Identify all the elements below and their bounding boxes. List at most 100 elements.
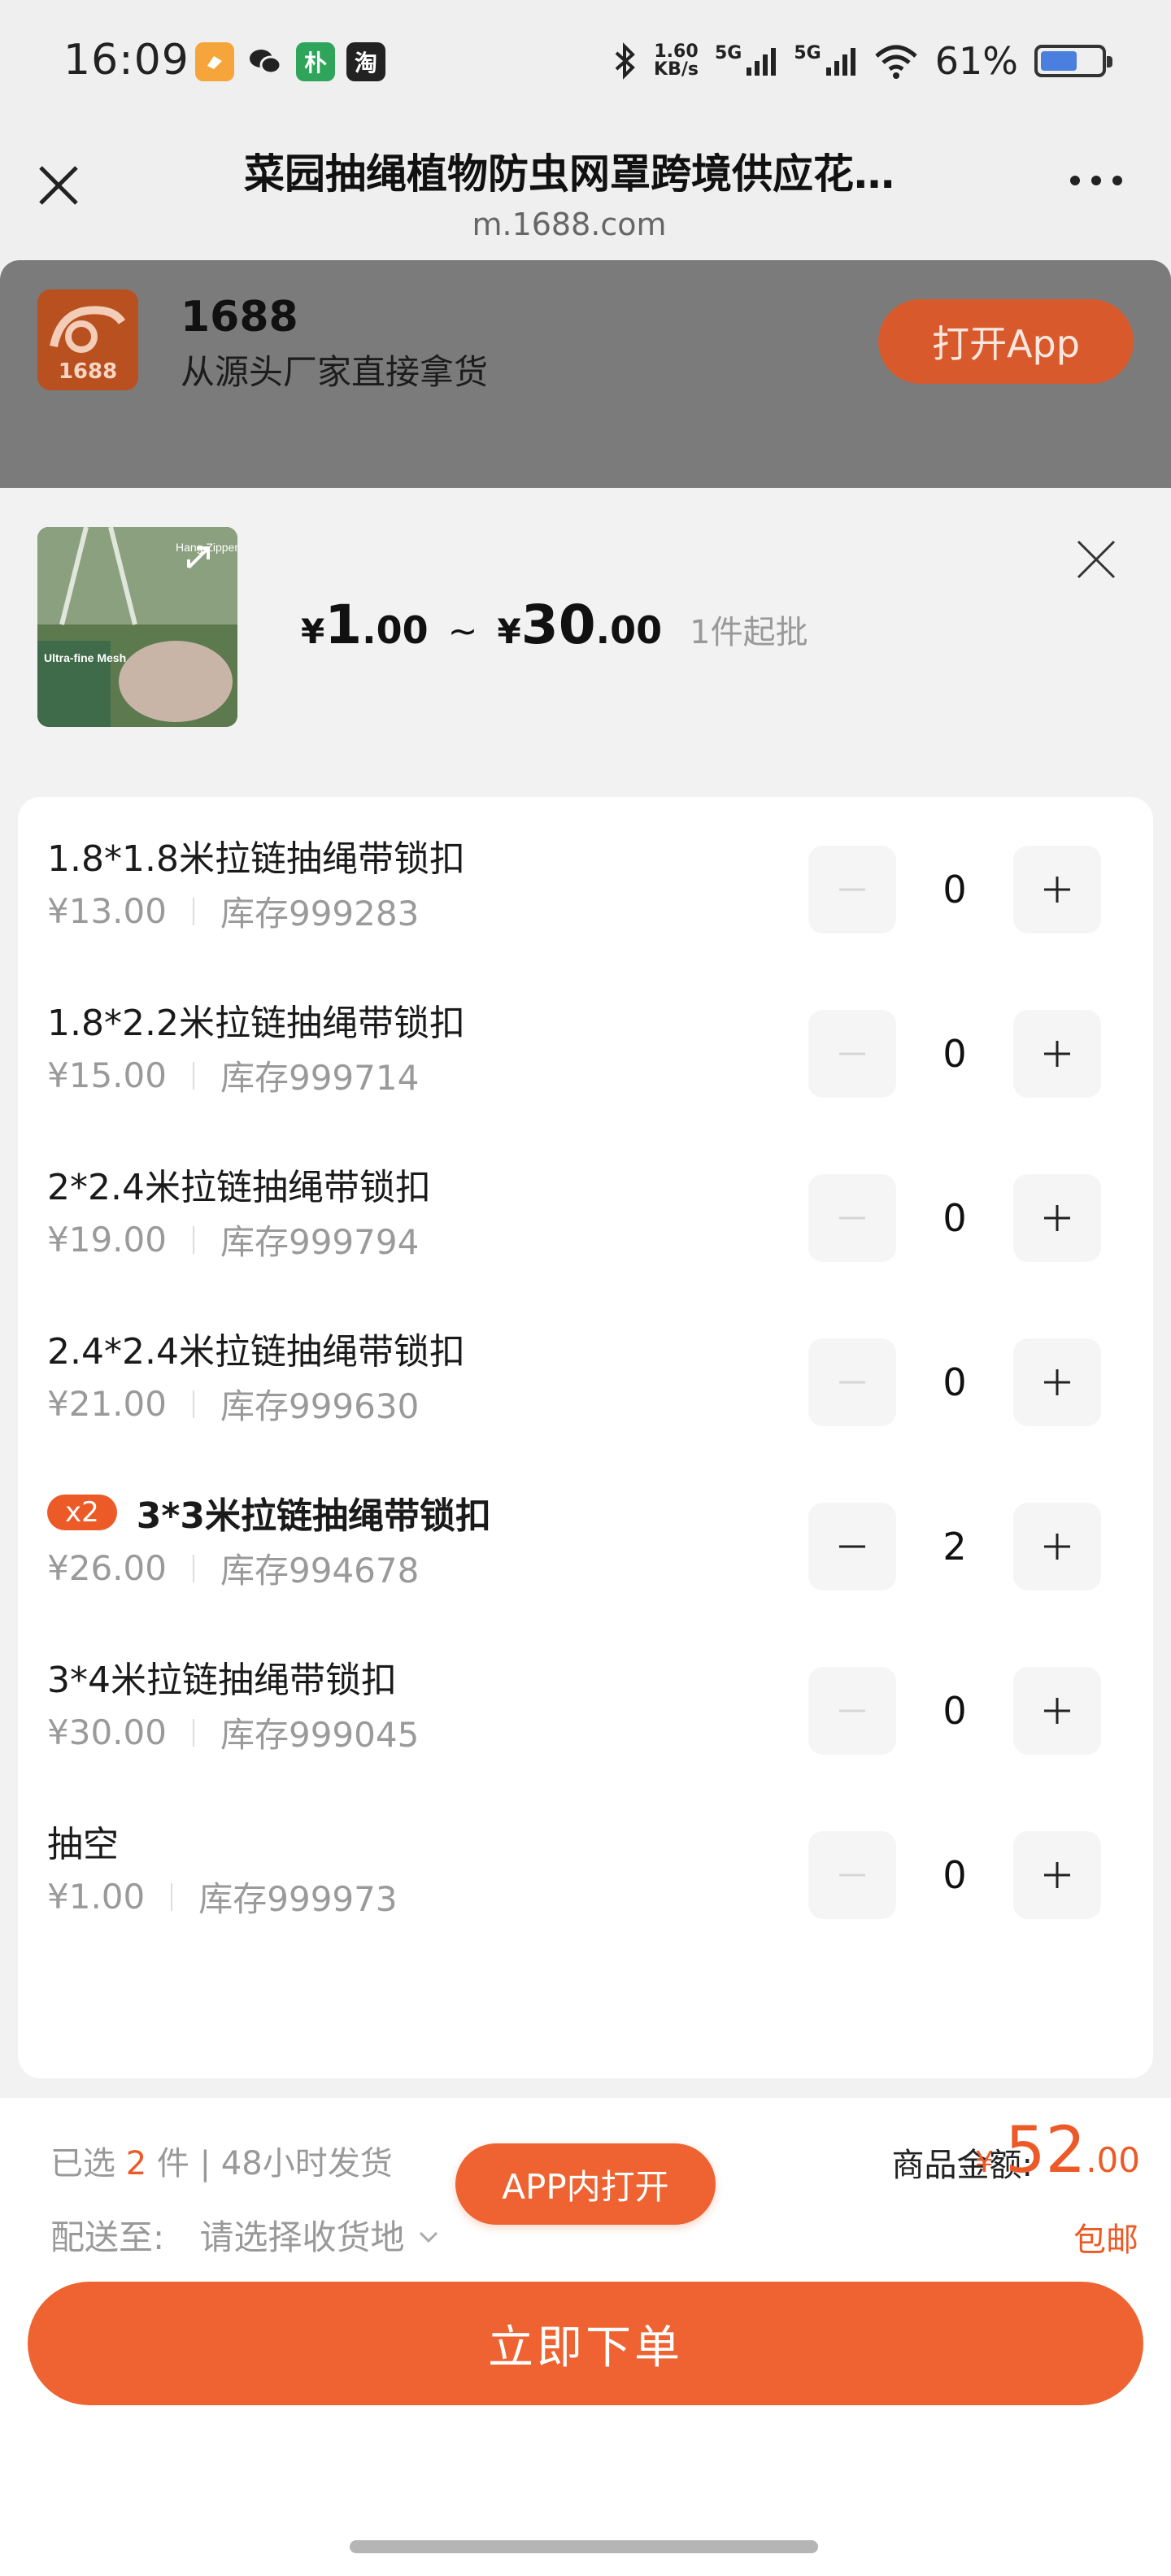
browser-header: 菜园抽绳植物防虫网罩跨境供应花… m.1688.com [0,130,1171,260]
wifi-icon [875,45,917,79]
app-download-banner: 1688 1688 从源头厂家直接拿货 打开App [0,260,1171,488]
sku-price: ¥21.00 [47,1384,167,1424]
quantity-value[interactable]: 0 [896,1032,1013,1076]
signal-icon [747,48,777,76]
app-slogan: 从源头厂家直接拿货 [181,352,489,392]
quantity-value[interactable]: 0 [896,868,1013,912]
quantity-value[interactable]: 0 [896,1689,1013,1733]
quantity-value[interactable]: 2 [896,1525,1013,1569]
quantity-stepper: 2 [808,1503,1101,1590]
quantity-stepper: 0 [808,1174,1101,1262]
net-speed: 1.60 KB/s [654,41,699,80]
sku-row: 2*2.4米拉链抽绳带锁扣 ¥19.00 库存999794 0 [47,1125,1121,1272]
home-indicator[interactable] [350,2540,818,2553]
quantity-value[interactable]: 0 [896,1360,1013,1404]
sheet-close-icon[interactable] [1073,537,1119,582]
sku-stock: 库存999283 [220,894,420,933]
product-thumbnail[interactable]: Ultra-fine Mesh Hang Zipper [37,527,237,727]
selected-count: 2 [125,2145,147,2182]
sku-row: 抽空 ¥1.00 库存999973 0 [47,1782,1121,1929]
sku-price: ¥30.00 [47,1712,167,1752]
sku-name: x2 3*3米拉链抽绳带锁扣 [47,1486,491,1538]
decrement-button[interactable] [808,1338,896,1426]
decrement-button[interactable] [808,1503,896,1590]
sku-row: 1.8*2.2米拉链抽绳带锁扣 ¥15.00 库存999714 0 [47,961,1121,1107]
sku-price: ¥1.00 [47,1877,146,1917]
open-in-app-button[interactable]: APP内打开 [455,2143,716,2225]
status-app-icons: 朴 淘 [195,42,385,81]
sku-price: ¥15.00 [47,1055,167,1095]
open-app-button[interactable]: 打开App [878,299,1134,384]
battery-icon [1034,45,1112,77]
page-title: 菜园抽绳植物防虫网罩跨境供应花… [244,150,895,198]
close-icon[interactable] [33,159,85,211]
sku-row: 3*4米拉链抽绳带锁扣 ¥30.00 库存999045 0 [47,1618,1121,1764]
sku-list: 1.8*1.8米拉链抽绳带锁扣 ¥13.00 库存999283 0 1.8*2.2… [18,797,1153,2078]
decrement-button[interactable] [808,1667,896,1755]
quantity-stepper: 0 [808,846,1101,933]
taobao-style-icon [195,42,234,81]
increment-button[interactable] [1013,846,1101,933]
sku-meta: ¥30.00 库存999045 [47,1708,419,1757]
battery-level [1041,51,1077,71]
signal-icon [825,48,855,76]
quantity-stepper: 0 [808,1667,1101,1755]
price-range: ¥ 1 .00 ~ ¥ 30 .00 1件起批 [301,594,808,656]
increment-button[interactable] [1013,1667,1101,1755]
sku-row: 2.4*2.4米拉链抽绳带锁扣 ¥21.00 库存999630 0 [47,1290,1121,1436]
sku-meta: ¥21.00 库存999630 [47,1379,419,1429]
sku-meta: ¥1.00 库存999973 [47,1872,398,1921]
chevron-down-icon [419,2231,437,2243]
decrement-button[interactable] [808,1831,896,1919]
increment-button[interactable] [1013,1010,1101,1098]
sku-meta: ¥15.00 库存999714 [47,1051,419,1100]
sku-name: 2.4*2.4米拉链抽绳带锁扣 [47,1331,465,1373]
sku-stock: 库存999045 [220,1715,420,1755]
increment-button[interactable] [1013,1831,1101,1919]
selected-summary: 已选 2 件 | 48小时发货 [50,2145,393,2182]
status-time: 16:09 [63,36,189,85]
decrement-button[interactable] [808,1010,896,1098]
status-right: 1.60 KB/s 5G 5G 61% [613,39,1112,83]
sku-meta: ¥19.00 库存999794 [47,1215,419,1264]
quantity-stepper: 0 [808,1010,1101,1098]
sku-row-selected: x2 3*3米拉链抽绳带锁扣 ¥26.00 库存994678 2 [47,1454,1121,1600]
increment-button[interactable] [1013,1338,1101,1426]
sku-meta: ¥13.00 库存999283 [47,886,419,936]
battery-percent: 61% [934,39,1018,83]
quantity-stepper: 0 [808,1338,1101,1426]
sku-name: 3*4米拉链抽绳带锁扣 [47,1660,397,1701]
sku-name: 2*2.4米拉链抽绳带锁扣 [47,1167,431,1208]
quantity-value[interactable]: 0 [896,1853,1013,1897]
sku-meta: ¥26.00 库存994678 [47,1543,419,1593]
sku-name: 1.8*1.8米拉链抽绳带锁扣 [47,838,465,880]
decrement-button[interactable] [808,1174,896,1262]
sku-name: 抽空 [47,1824,119,1865]
app-name: 1688 [181,293,298,342]
shipping-address-selector[interactable]: 配送至: 请选择收货地 [50,2210,442,2260]
sku-price: ¥26.00 [47,1548,167,1588]
sku-stock: 库存999714 [220,1058,420,1098]
decrement-button[interactable] [808,846,896,933]
wechat-icon [246,42,285,81]
checkout-bar: 已选 2 件 | 48小时发货 配送至: 请选择收货地 APP内打开 商品金额:… [0,2098,1171,2576]
sku-stock: 库存999973 [198,1879,398,1919]
quantity-value[interactable]: 0 [896,1196,1013,1240]
place-order-button[interactable]: 立即下单 [28,2282,1143,2405]
signal-1: 5G [715,45,777,77]
thumb-text-mesh: Ultra-fine Mesh [44,651,126,664]
quantity-badge: x2 [47,1495,117,1530]
sku-price: ¥19.00 [47,1220,167,1260]
pu-icon: 朴 [296,42,335,81]
bluetooth-icon [615,42,635,80]
signal-2: 5G [794,45,856,77]
tao-icon: 淘 [346,42,385,81]
sku-stock: 库存994678 [220,1551,420,1590]
more-menu-icon[interactable] [1070,176,1122,185]
increment-button[interactable] [1013,1503,1101,1590]
sku-selection-sheet: Ultra-fine Mesh Hang Zipper ¥ 1 .00 ~ ¥ … [0,488,1171,2576]
status-bar: 16:09 朴 淘 1.60 KB/s 5G 5G 61% [0,0,1171,130]
increment-button[interactable] [1013,1174,1101,1262]
quantity-stepper: 0 [808,1831,1101,1919]
min-order-qty: 1件起批 [690,614,808,651]
